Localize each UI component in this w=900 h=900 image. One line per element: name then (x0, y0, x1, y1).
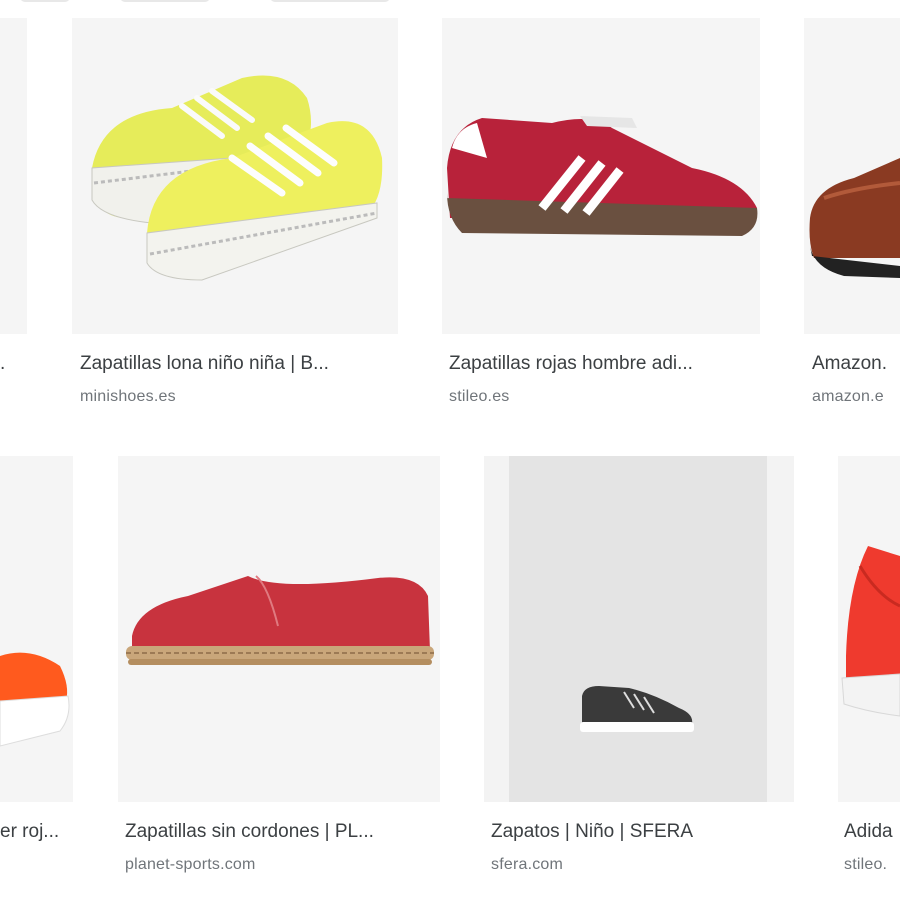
result-title[interactable]: Adida (844, 821, 893, 843)
result-source[interactable]: stileo.es (449, 388, 510, 406)
red-adidas-sneaker-icon (447, 116, 758, 236)
result-title[interactable]: Amazon. (812, 353, 887, 375)
result-source[interactable]: minishoes.es (80, 388, 176, 406)
result-title[interactable]: Zapatillas lona niño niña | B... (80, 353, 329, 375)
top-filter-chip[interactable] (120, 0, 210, 2)
result-source[interactable]: amazon.e (812, 388, 884, 406)
result-title[interactable]: . (0, 353, 5, 375)
result-thumbnail[interactable] (484, 456, 794, 802)
result-source[interactable]: planet-sports.com (125, 856, 256, 874)
result-thumbnail[interactable] (442, 18, 760, 334)
result-thumbnail[interactable] (118, 456, 440, 802)
result-source[interactable]: stileo. (844, 856, 887, 874)
red-adidas-sneaker-icon (841, 546, 900, 717)
result-thumbnail[interactable] (72, 18, 398, 334)
result-title[interactable]: Zapatillas sin cordones | PL... (125, 821, 374, 843)
orange-sneaker-icon (0, 652, 70, 747)
result-thumbnail[interactable] (804, 18, 900, 334)
result-title[interactable]: er roj... (0, 821, 59, 843)
top-filter-chip[interactable] (270, 0, 390, 2)
result-title[interactable]: Zapatos | Niño | SFERA (491, 821, 693, 843)
yellow-canvas-sneakers-icon (91, 75, 383, 281)
result-source[interactable]: sfera.com (491, 856, 563, 874)
top-filter-chip[interactable] (20, 0, 70, 2)
red-espadrille-icon (126, 575, 434, 665)
result-thumbnail[interactable] (0, 18, 27, 334)
result-thumbnail[interactable] (0, 456, 73, 802)
result-thumbnail[interactable] (838, 456, 900, 802)
black-kids-sneaker-icon (509, 456, 767, 802)
brown-leather-shoe-icon (809, 158, 900, 278)
result-title[interactable]: Zapatillas rojas hombre adi... (449, 353, 693, 375)
